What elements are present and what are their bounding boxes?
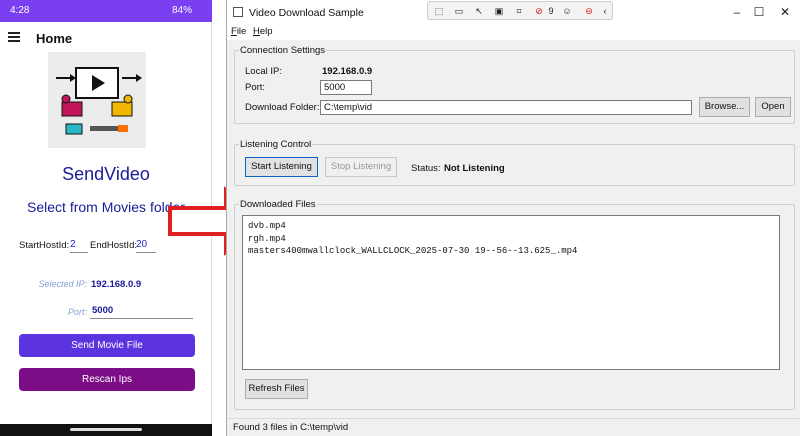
start-host-input[interactable]: 2 [70, 239, 88, 253]
list-item[interactable]: masters400mwallclock_WALLCLOCK_2025-07-3… [248, 245, 774, 258]
port-label: Port: [67, 307, 87, 317]
connection-settings-legend: Connection Settings [239, 45, 327, 56]
app-name: SendVideo [62, 164, 150, 184]
app-logo [48, 52, 146, 148]
binding-failures-icon[interactable]: ⊘ [532, 4, 546, 18]
binding-failures-count: 9 [548, 6, 554, 16]
close-icon[interactable]: ✕ [773, 3, 797, 21]
download-folder-field[interactable]: C:\temp\vid [320, 100, 692, 115]
maximize-icon[interactable]: ☐ [747, 3, 771, 21]
local-ip-value: 192.168.0.9 [322, 66, 373, 77]
stop-icon[interactable]: ⊖ [582, 4, 596, 18]
nav-bar [0, 424, 212, 436]
list-item[interactable]: dvb.mp4 [248, 220, 774, 233]
downloaded-files-legend: Downloaded Files [239, 199, 317, 210]
download-folder-label: Download Folder: [245, 102, 320, 113]
end-host-input[interactable]: 20 [136, 239, 156, 253]
port-label-win: Port: [245, 82, 266, 93]
refresh-files-button[interactable]: Refresh Files [245, 379, 308, 399]
selected-ip-label: Selected IP: [38, 279, 87, 289]
status-time: 4:28 [10, 5, 30, 16]
phone-status-bar: 4:28 84% [0, 0, 212, 22]
desktop-window: Video Download Sample ⬚ ▭ ↖ ▣ ⌗ ⊘ 9 ☺ ⊖ … [226, 0, 800, 436]
menu-icon[interactable] [8, 32, 20, 42]
collapse-icon[interactable]: ‹ [600, 4, 610, 18]
status-bar: Found 3 files in C:\temp\vid [227, 418, 800, 436]
downloaded-files-list[interactable]: dvb.mp4 rgh.mp4 masters400mwallclock_WAL… [242, 215, 780, 370]
browse-button[interactable]: Browse... [699, 97, 750, 117]
window-title: Video Download Sample [249, 7, 364, 19]
end-host-label: EndHostId: [90, 240, 137, 251]
app-bar: Home [0, 22, 212, 54]
stop-listening-button[interactable]: Stop Listening [325, 157, 397, 177]
start-host-label: StartHostId: [19, 240, 70, 251]
selected-ip-value: 192.168.0.9 [91, 279, 142, 290]
video-icon[interactable]: ▭ [452, 4, 466, 18]
send-movie-button[interactable]: Send Movie File [19, 334, 195, 357]
menu-file[interactable]: File [231, 26, 246, 37]
pointer-icon[interactable]: ↖ [472, 4, 486, 18]
port-input[interactable]: 5000 [90, 305, 193, 319]
menu-bar: File Help [227, 24, 800, 40]
title-bar: Video Download Sample ⬚ ▭ ↖ ▣ ⌗ ⊘ 9 ☺ ⊖ … [227, 0, 800, 24]
listening-control-legend: Listening Control [239, 139, 313, 150]
display-icon[interactable]: ▣ [492, 4, 506, 18]
start-listening-button[interactable]: Start Listening [245, 157, 318, 177]
minimize-icon[interactable]: – [725, 3, 749, 21]
home-indicator[interactable] [70, 428, 142, 431]
app-window-icon [233, 7, 243, 17]
port-field[interactable]: 5000 [320, 80, 372, 95]
app-bar-title: Home [36, 31, 73, 46]
status-battery: 84% [171, 5, 192, 16]
local-ip-label: Local IP: [245, 66, 282, 77]
open-button[interactable]: Open [755, 97, 791, 117]
rescan-ips-button[interactable]: Rescan Ips [19, 368, 195, 391]
listening-control-group [234, 144, 795, 186]
listening-status-value: Not Listening [444, 163, 505, 174]
list-item[interactable]: rgh.mp4 [248, 233, 774, 246]
accessibility-icon[interactable]: ☺ [560, 4, 574, 18]
status-label: Status: [411, 163, 441, 174]
menu-help[interactable]: Help [253, 26, 273, 37]
layout-icon[interactable]: ⌗ [512, 4, 526, 18]
select-element-icon[interactable]: ⬚ [432, 4, 446, 18]
debug-toolbar: ⬚ ▭ ↖ ▣ ⌗ ⊘ 9 ☺ ⊖ ‹ [427, 1, 613, 20]
